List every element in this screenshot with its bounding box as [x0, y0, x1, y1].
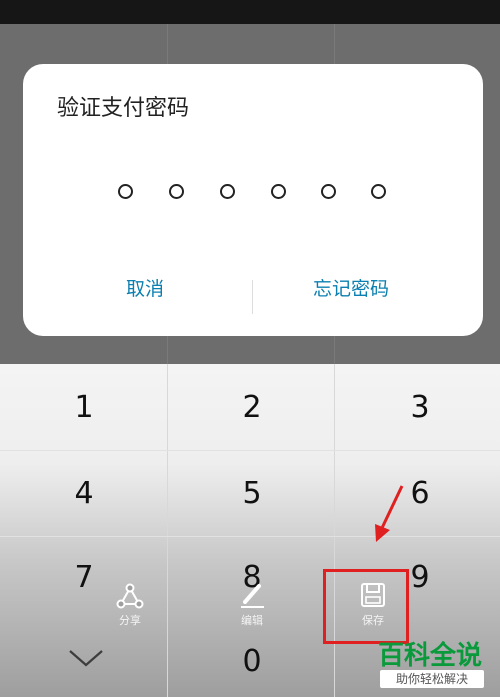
password-dot: [118, 184, 133, 199]
key-4[interactable]: 4: [54, 476, 114, 511]
edit-button[interactable]: 编辑: [222, 582, 282, 628]
password-dot: [271, 184, 286, 199]
dialog-title: 验证支付密码: [57, 96, 190, 121]
payment-password-dialog: 验证支付密码 取消 忘记密码: [23, 64, 483, 336]
edit-icon: [241, 584, 264, 608]
cancel-button[interactable]: 取消: [126, 274, 164, 301]
annotation-arrow-icon: [375, 485, 404, 542]
keypad-divider: [167, 364, 168, 697]
key-5[interactable]: 5: [222, 476, 282, 511]
password-dot: [169, 184, 184, 199]
key-0[interactable]: 0: [222, 644, 282, 679]
keypad-divider: [0, 536, 500, 537]
edit-label: 编辑: [241, 614, 263, 627]
password-dot: [371, 184, 386, 199]
password-dot: [321, 184, 336, 199]
keypad-divider: [334, 364, 335, 697]
status-bar: [0, 0, 500, 24]
keypad-divider: [0, 450, 500, 451]
password-dots[interactable]: [23, 184, 483, 206]
password-dot: [220, 184, 235, 199]
key-1[interactable]: 1: [54, 390, 114, 425]
watermark-subtitle: 助你轻松解决: [380, 670, 484, 688]
key-3[interactable]: 3: [390, 390, 450, 425]
save-highlight-box: [323, 569, 409, 644]
share-label: 分享: [119, 614, 141, 627]
button-divider: [252, 280, 253, 314]
watermark: 百科全说 助你轻松解决: [370, 635, 490, 691]
share-icon: [116, 583, 144, 609]
forgot-password-button[interactable]: 忘记密码: [313, 274, 389, 301]
watermark-title: 百科全说: [377, 641, 482, 671]
chevron-down-icon[interactable]: [66, 647, 106, 669]
key-2[interactable]: 2: [222, 390, 282, 425]
share-button[interactable]: 分享: [100, 582, 160, 628]
